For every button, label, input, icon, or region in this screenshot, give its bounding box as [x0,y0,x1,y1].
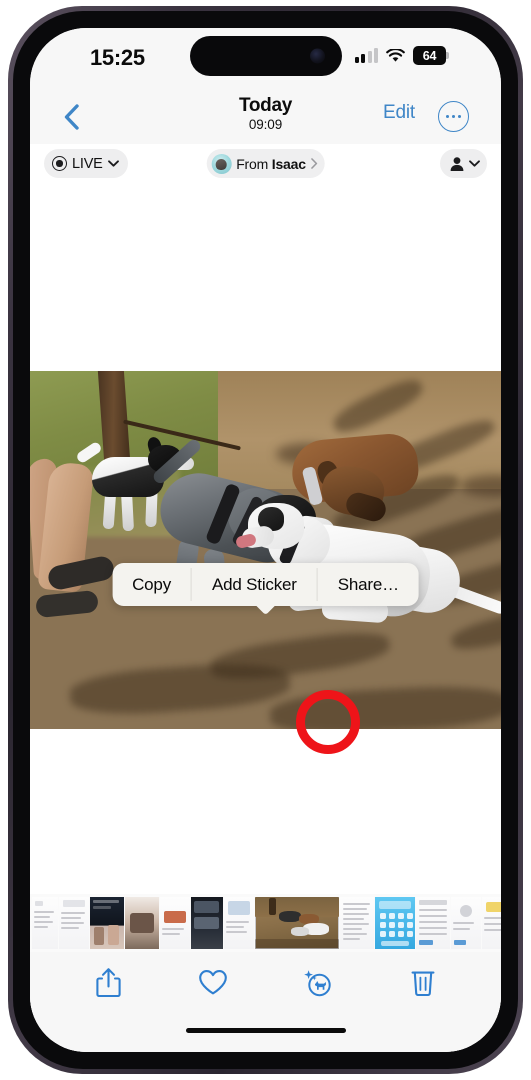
photo-filmstrip[interactable] [30,894,501,952]
ellipsis-dot [451,114,456,119]
more-options-button[interactable] [438,101,469,132]
navigation-bar: Today 09:09 Edit [30,90,501,144]
delete-button[interactable] [401,960,445,1004]
people-button[interactable] [440,149,487,178]
share-upload-icon [96,967,121,997]
ellipsis-dot [457,114,462,119]
live-photo-button[interactable]: LIVE [44,149,128,178]
share-button[interactable] [86,960,130,1004]
status-time: 15:25 [90,45,145,70]
heart-icon [199,969,227,994]
filmstrip-thumbnail[interactable] [451,897,481,949]
edit-button[interactable]: Edit [383,102,415,124]
live-photo-icon [52,156,67,171]
filmstrip-thumbnail[interactable] [224,897,254,949]
cellular-signal-icon [354,48,378,63]
context-menu-item-copy[interactable]: Copy [112,563,191,606]
contact-avatar-icon [211,153,232,174]
favorite-button[interactable] [191,960,235,1004]
page-subtitle: 09:09 [248,117,283,133]
ellipsis-dot [445,114,450,119]
status-indicators: 64 [354,46,449,65]
filmstrip-thumbnail[interactable] [160,897,190,949]
filmstrip-thumbnail[interactable] [340,897,374,949]
photo-shadow [68,659,292,719]
person-icon [450,156,464,171]
filmstrip-thumbnail[interactable] [482,897,501,949]
chevron-down-icon [469,160,480,167]
dynamic-island [189,36,342,76]
status-bar: 15:25 64 [30,28,501,90]
visual-lookup-button[interactable] [296,960,340,1004]
phone-frame: 15:25 64 Today 09:09 Edit LIVE From Isaa… [8,6,523,1074]
phone-bezel: 15:25 64 Today 09:09 Edit LIVE From Isaa… [13,11,518,1069]
page-title: Today [238,95,293,116]
chevron-right-icon [311,158,318,169]
nav-title-block: Today 09:09 [166,95,366,134]
filmstrip-thumbnail[interactable] [416,897,450,949]
filmstrip-thumbnail-selected[interactable] [255,897,339,949]
trash-icon [411,971,435,997]
wifi-icon [386,48,405,62]
context-menu-item-share[interactable]: Share… [318,563,419,606]
back-button[interactable] [56,100,90,134]
annotation-circle [296,690,360,754]
chevron-left-icon [64,104,79,130]
phone-screen: 15:25 64 Today 09:09 Edit LIVE From Isaa… [30,28,501,1052]
filmstrip-thumbnail[interactable] [191,897,223,949]
filmstrip-thumbnail[interactable] [59,897,89,949]
filmstrip-thumbnail[interactable] [125,897,159,949]
battery-level-text: 64 [422,48,437,63]
photo-sandal [35,589,99,619]
battery-icon: 64 [413,46,449,65]
context-menu-item-add-sticker[interactable]: Add Sticker [192,563,317,606]
shared-from-label: From Isaac [236,155,306,172]
bottom-toolbar [30,952,501,1052]
shared-from-button[interactable]: From Isaac [206,149,325,178]
photo-sub-toolbar: LIVE From Isaac [30,144,501,188]
home-indicator [185,1027,346,1033]
context-menu: Copy Add Sticker Share… [112,563,419,616]
visual-lookup-dog-icon [304,969,332,996]
chevron-down-icon [107,160,119,167]
filmstrip-thumbnail[interactable] [375,897,415,949]
photo-image[interactable] [30,371,501,729]
front-camera-icon [309,48,325,64]
filmstrip-thumbnail[interactable] [32,897,58,949]
live-photo-label: LIVE [72,155,103,172]
filmstrip-thumbnail[interactable] [90,897,124,949]
